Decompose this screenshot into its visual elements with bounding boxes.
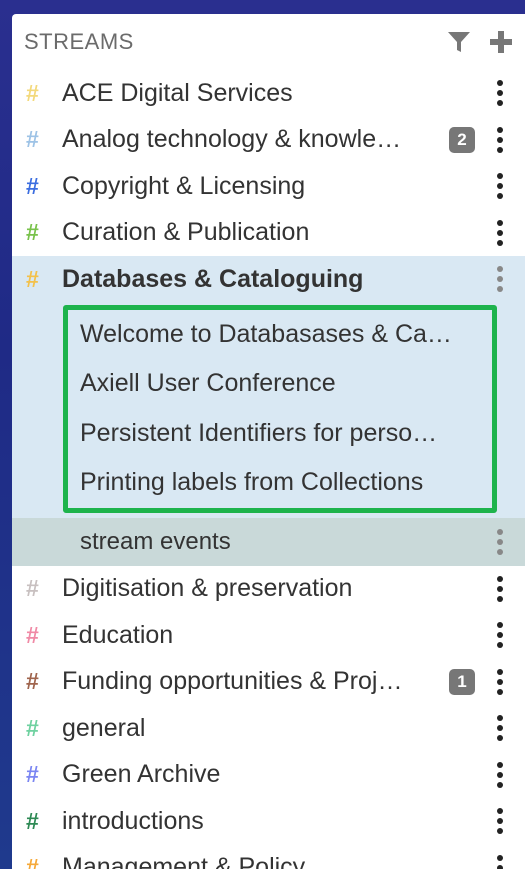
stream-name: ACE Digital Services xyxy=(62,78,293,107)
stream-list-top: # ACE Digital Services # Analog technology … xyxy=(12,70,525,256)
stream-hash-icon: # xyxy=(26,575,39,602)
stream-hash-icon: # xyxy=(26,668,39,695)
streams-panel: STREAMS # ACE Digital Services # Analog tec… xyxy=(12,14,525,869)
stream-hash-icon: # xyxy=(26,807,39,834)
stream-name: Funding opportunities & Proj… xyxy=(62,667,403,696)
topic-menu-icon[interactable] xyxy=(493,528,507,555)
stream-menu-icon[interactable] xyxy=(493,761,507,788)
stream-row[interactable]: # general xyxy=(12,705,525,752)
stream-row[interactable]: # Curation & Publication xyxy=(12,210,525,257)
topic-item[interactable]: Printing labels from Collections xyxy=(68,458,492,508)
topic-item[interactable]: Welcome to Databasases & Ca… xyxy=(68,310,492,360)
stream-menu-icon[interactable] xyxy=(493,266,507,293)
stream-name: Analog technology & knowle… xyxy=(62,125,402,154)
stream-list-bottom: # Digitisation & preservation # Education # F… xyxy=(12,566,525,869)
stream-hash-icon: # xyxy=(26,79,39,106)
stream-row[interactable]: # Education xyxy=(12,612,525,659)
stream-row[interactable]: # Funding opportunities & Proj… 1 xyxy=(12,659,525,706)
stream-hash-icon: # xyxy=(26,265,39,292)
stream-menu-icon[interactable] xyxy=(493,622,507,649)
stream-events-item[interactable]: stream events xyxy=(12,517,525,566)
streams-header: STREAMS xyxy=(12,14,525,70)
stream-hash-icon: # xyxy=(26,854,39,869)
stream-row[interactable]: # Analog technology & knowle… 2 xyxy=(12,117,525,164)
stream-name: Curation & Publication xyxy=(62,218,310,247)
stream-row[interactable]: # Digitisation & preservation xyxy=(12,566,525,613)
stream-name: Copyright & Licensing xyxy=(62,171,306,200)
stream-hash-icon: # xyxy=(26,714,39,741)
stream-name: introductions xyxy=(62,806,204,835)
stream-row[interactable]: # ACE Digital Services xyxy=(12,70,525,117)
stream-menu-icon[interactable] xyxy=(493,715,507,742)
stream-menu-icon[interactable] xyxy=(493,808,507,835)
stream-menu-icon[interactable] xyxy=(493,854,507,869)
stream-name: general xyxy=(62,713,146,742)
topic-label: Axiell User Conference xyxy=(80,369,336,398)
stream-name: Management & Policy xyxy=(62,853,306,869)
stream-menu-icon[interactable] xyxy=(493,668,507,695)
stream-menu-icon[interactable] xyxy=(493,80,507,107)
stream-menu-icon[interactable] xyxy=(493,219,507,246)
stream-events-label: stream events xyxy=(80,527,231,555)
stream-menu-icon[interactable] xyxy=(493,173,507,200)
stream-hash-icon: # xyxy=(26,172,39,199)
stream-menu-icon[interactable] xyxy=(493,575,507,602)
plus-icon[interactable] xyxy=(489,30,513,54)
topic-item[interactable]: Axiell User Conference xyxy=(68,359,492,409)
stream-hash-icon: # xyxy=(26,126,39,153)
stream-row-selected[interactable]: # Databases & Cataloguing xyxy=(12,256,525,303)
topic-label: Printing labels from Collections xyxy=(80,468,424,497)
stream-name: Digitisation & preservation xyxy=(62,574,353,603)
filter-icon[interactable] xyxy=(447,31,471,53)
topics-highlight: Welcome to Databasases & Ca… Axiell User… xyxy=(63,304,497,513)
stream-row[interactable]: # Copyright & Licensing xyxy=(12,163,525,210)
stream-menu-icon[interactable] xyxy=(493,126,507,153)
stream-hash-icon: # xyxy=(26,761,39,788)
stream-hash-icon: # xyxy=(26,621,39,648)
streams-title: STREAMS xyxy=(24,29,134,54)
selected-stream-block: # Databases & Cataloguing Welcome to Dat… xyxy=(12,256,525,566)
stream-row[interactable]: # Green Archive xyxy=(12,752,525,799)
topic-label: Welcome to Databasases & Ca… xyxy=(80,319,452,348)
stream-name: Education xyxy=(62,620,174,649)
stream-row[interactable]: # introductions xyxy=(12,798,525,845)
topic-label: Persistent Identifiers for perso… xyxy=(80,418,438,447)
unread-count-badge: 1 xyxy=(449,668,475,695)
stream-name: Green Archive xyxy=(62,760,221,789)
unread-count-badge: 2 xyxy=(449,126,475,153)
topic-item[interactable]: Persistent Identifiers for perso… xyxy=(68,409,492,459)
stream-row[interactable]: # Management & Policy xyxy=(12,845,525,869)
stream-name: Databases & Cataloguing xyxy=(62,264,364,293)
stream-hash-icon: # xyxy=(26,219,39,246)
